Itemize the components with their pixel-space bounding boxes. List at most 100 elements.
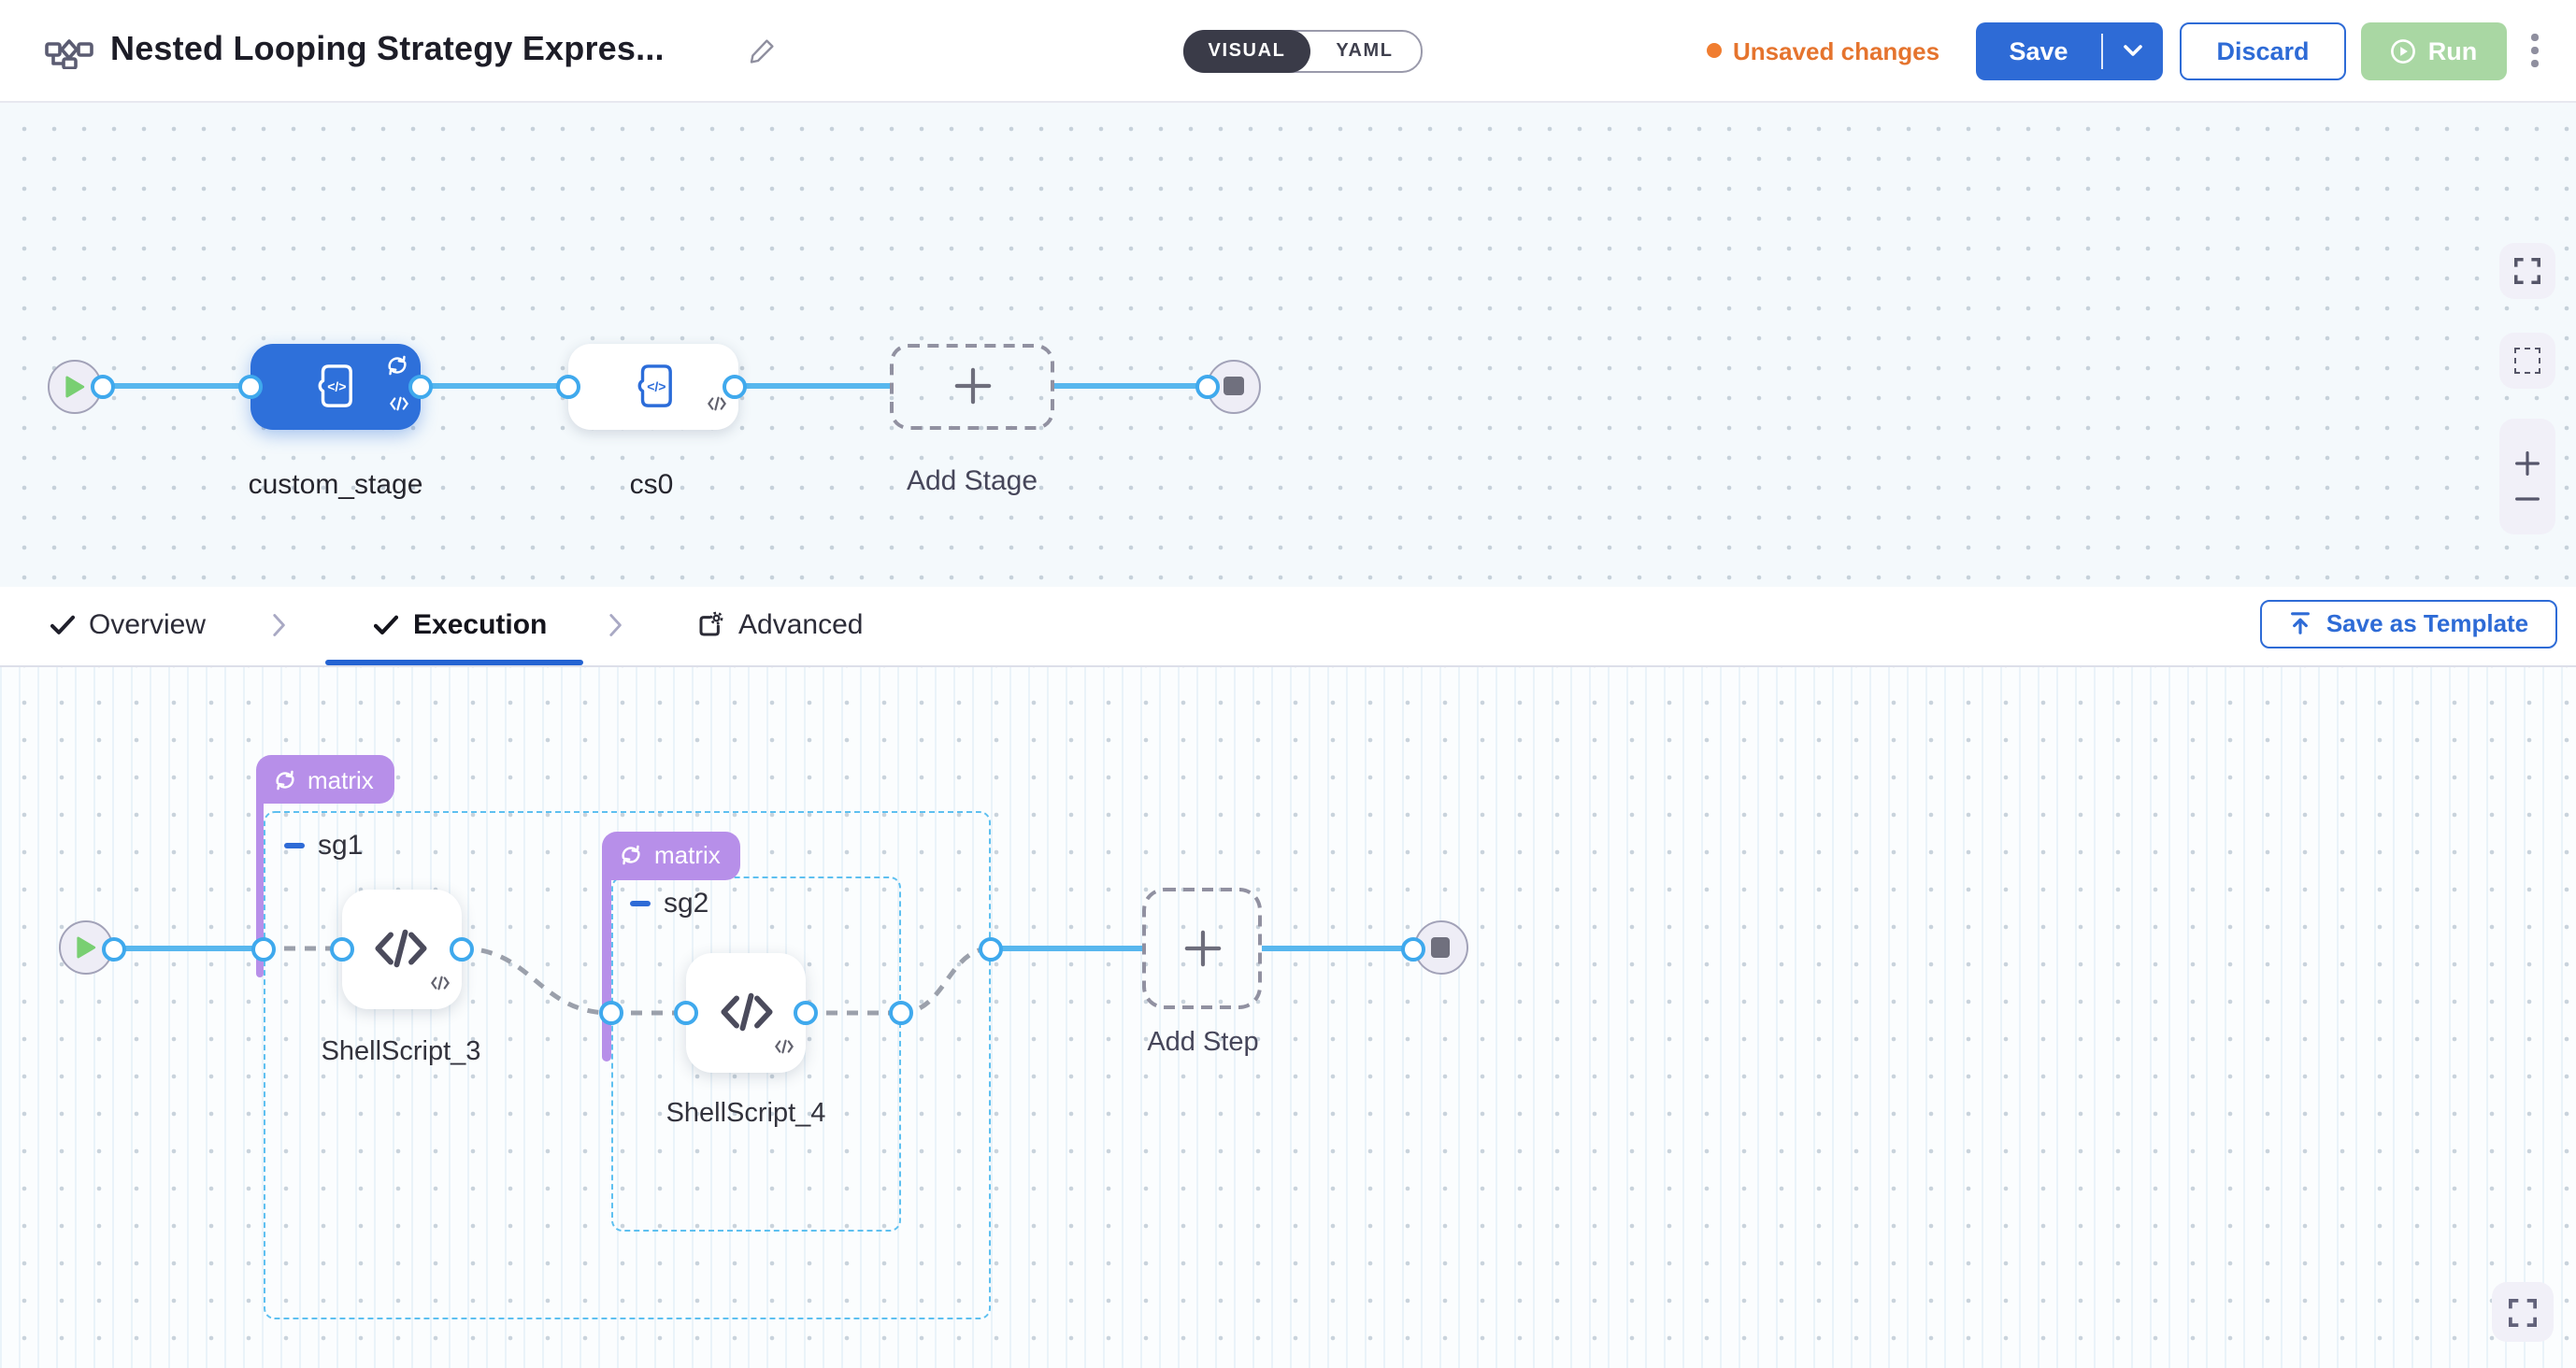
canvas-fullscreen-button[interactable] [2499,243,2555,299]
add-step-label[interactable]: Add Step [1147,1028,1258,1058]
svg-text:</>: </> [646,378,665,393]
advanced-icon [695,612,723,640]
group-dash-icon [630,901,651,906]
save-label[interactable]: Save [1976,36,2101,64]
plus-icon [952,366,992,406]
play-icon [76,934,96,959]
check-icon [50,616,74,636]
svg-text:</>: </> [327,378,346,393]
tab-advanced[interactable]: Advanced [695,586,863,665]
chevron-right-icon [273,612,286,636]
active-tab-underline [325,659,583,665]
loop-icon [619,843,643,867]
zoom-out-icon[interactable] [2514,495,2540,503]
step-name-label[interactable]: ShellScript_4 [666,1099,826,1129]
stage-name-label[interactable]: custom_stage [249,469,423,501]
add-step-button[interactable] [1142,888,1262,1008]
matrix-badge-label: matrix [654,841,721,869]
more-options-button[interactable] [2524,30,2546,71]
custom-stage-icon: </> [314,363,355,409]
custom-stage-icon: </> [633,363,674,409]
port[interactable] [237,374,262,398]
stage-canvas[interactable]: </> custom_stage </> [0,101,2576,586]
port[interactable] [794,1001,818,1025]
tab-advanced-label[interactable]: Advanced [738,610,863,642]
port[interactable] [556,374,580,398]
save-as-template-label: Save as Template [2326,609,2528,637]
unsaved-dot-icon [1707,43,1722,58]
save-button[interactable]: Save [1976,21,2163,79]
toggle-visual[interactable]: VISUAL [1183,30,1310,73]
save-dropdown-button[interactable] [2103,45,2163,56]
add-stage-button[interactable] [890,343,1054,429]
chevron-down-icon [2124,45,2142,56]
step-name-label[interactable]: ShellScript_3 [322,1037,481,1067]
execution-fullscreen-button[interactable] [2492,1282,2554,1342]
marquee-icon [2514,347,2540,373]
canvas-zoom-control[interactable] [2499,419,2555,534]
port[interactable] [1195,374,1220,398]
zoom-in-icon[interactable] [2514,450,2540,477]
port[interactable] [888,1001,912,1025]
pencil-icon [748,36,778,65]
header: Nested Looping Strategy Expres... YAML V… [0,0,2576,103]
stage-node-custom-stage[interactable]: </> [250,343,420,429]
plus-icon [1182,929,1222,968]
code-corner-icon [429,967,450,1001]
port[interactable] [723,374,747,398]
upload-icon [2289,611,2313,635]
fullscreen-icon [2514,258,2540,284]
tab-execution-label[interactable]: Execution [413,610,547,642]
shell-script-icon [717,983,775,1041]
stage-node-cs0[interactable]: </> [568,343,738,429]
stage-name-label[interactable]: cs0 [630,469,674,501]
port[interactable] [598,1001,623,1025]
step-node-shellscript-3[interactable] [341,889,461,1008]
matrix-badge-sg1[interactable]: matrix [255,755,394,804]
tab-overview[interactable]: Overview [50,586,206,665]
port[interactable] [674,1001,698,1025]
port[interactable] [1401,936,1425,961]
stop-icon [1224,377,1244,396]
fullscreen-icon [2509,1298,2537,1326]
matrix-badge-sg2[interactable]: matrix [602,831,741,879]
stop-icon [1431,938,1451,958]
tab-overview-label[interactable]: Overview [89,610,206,642]
pipeline-studio: Nested Looping Strategy Expres... YAML V… [0,0,2576,1368]
port[interactable] [329,936,353,961]
step-node-shellscript-4[interactable] [686,952,806,1072]
play-icon [64,374,85,398]
group-dash-icon [284,843,305,848]
port[interactable] [251,936,276,961]
matrix-badge-label: matrix [308,765,374,793]
toggle-yaml[interactable]: YAML [1309,32,1421,71]
run-button[interactable]: Run [2360,21,2506,79]
port[interactable] [408,374,433,398]
code-corner-icon [388,388,408,421]
port[interactable] [101,936,125,961]
discard-button[interactable]: Discard [2180,21,2346,79]
chevron-right-icon [609,612,623,636]
code-corner-icon [774,1031,794,1064]
loop-icon [272,767,296,791]
check-icon [374,616,398,636]
visual-yaml-toggle[interactable]: YAML VISUAL [1183,30,1423,73]
step-group-name-sg2: sg2 [630,888,708,919]
execution-canvas[interactable]: matrix sg1 matrix sg2 [0,665,2576,1368]
port[interactable] [979,936,1003,961]
tab-execution[interactable]: Execution [374,586,547,665]
unsaved-label: Unsaved changes [1733,36,1939,64]
save-as-template-button[interactable]: Save as Template [2260,599,2557,648]
port[interactable] [449,936,473,961]
canvas-select-button[interactable] [2499,332,2555,388]
stage-config-tabbar: Overview Execution Advanced [0,586,2576,667]
looping-strategy-icon [384,352,408,386]
port[interactable] [90,374,114,398]
edit-title-button[interactable] [748,36,781,69]
add-stage-label[interactable]: Add Stage [907,465,1038,497]
step-group-name-sg1: sg1 [284,830,363,862]
pipeline-icon [45,32,93,69]
shell-script-icon [372,919,430,977]
unsaved-changes-status: Unsaved changes [1707,0,1939,101]
step-group-bar [602,879,610,1061]
